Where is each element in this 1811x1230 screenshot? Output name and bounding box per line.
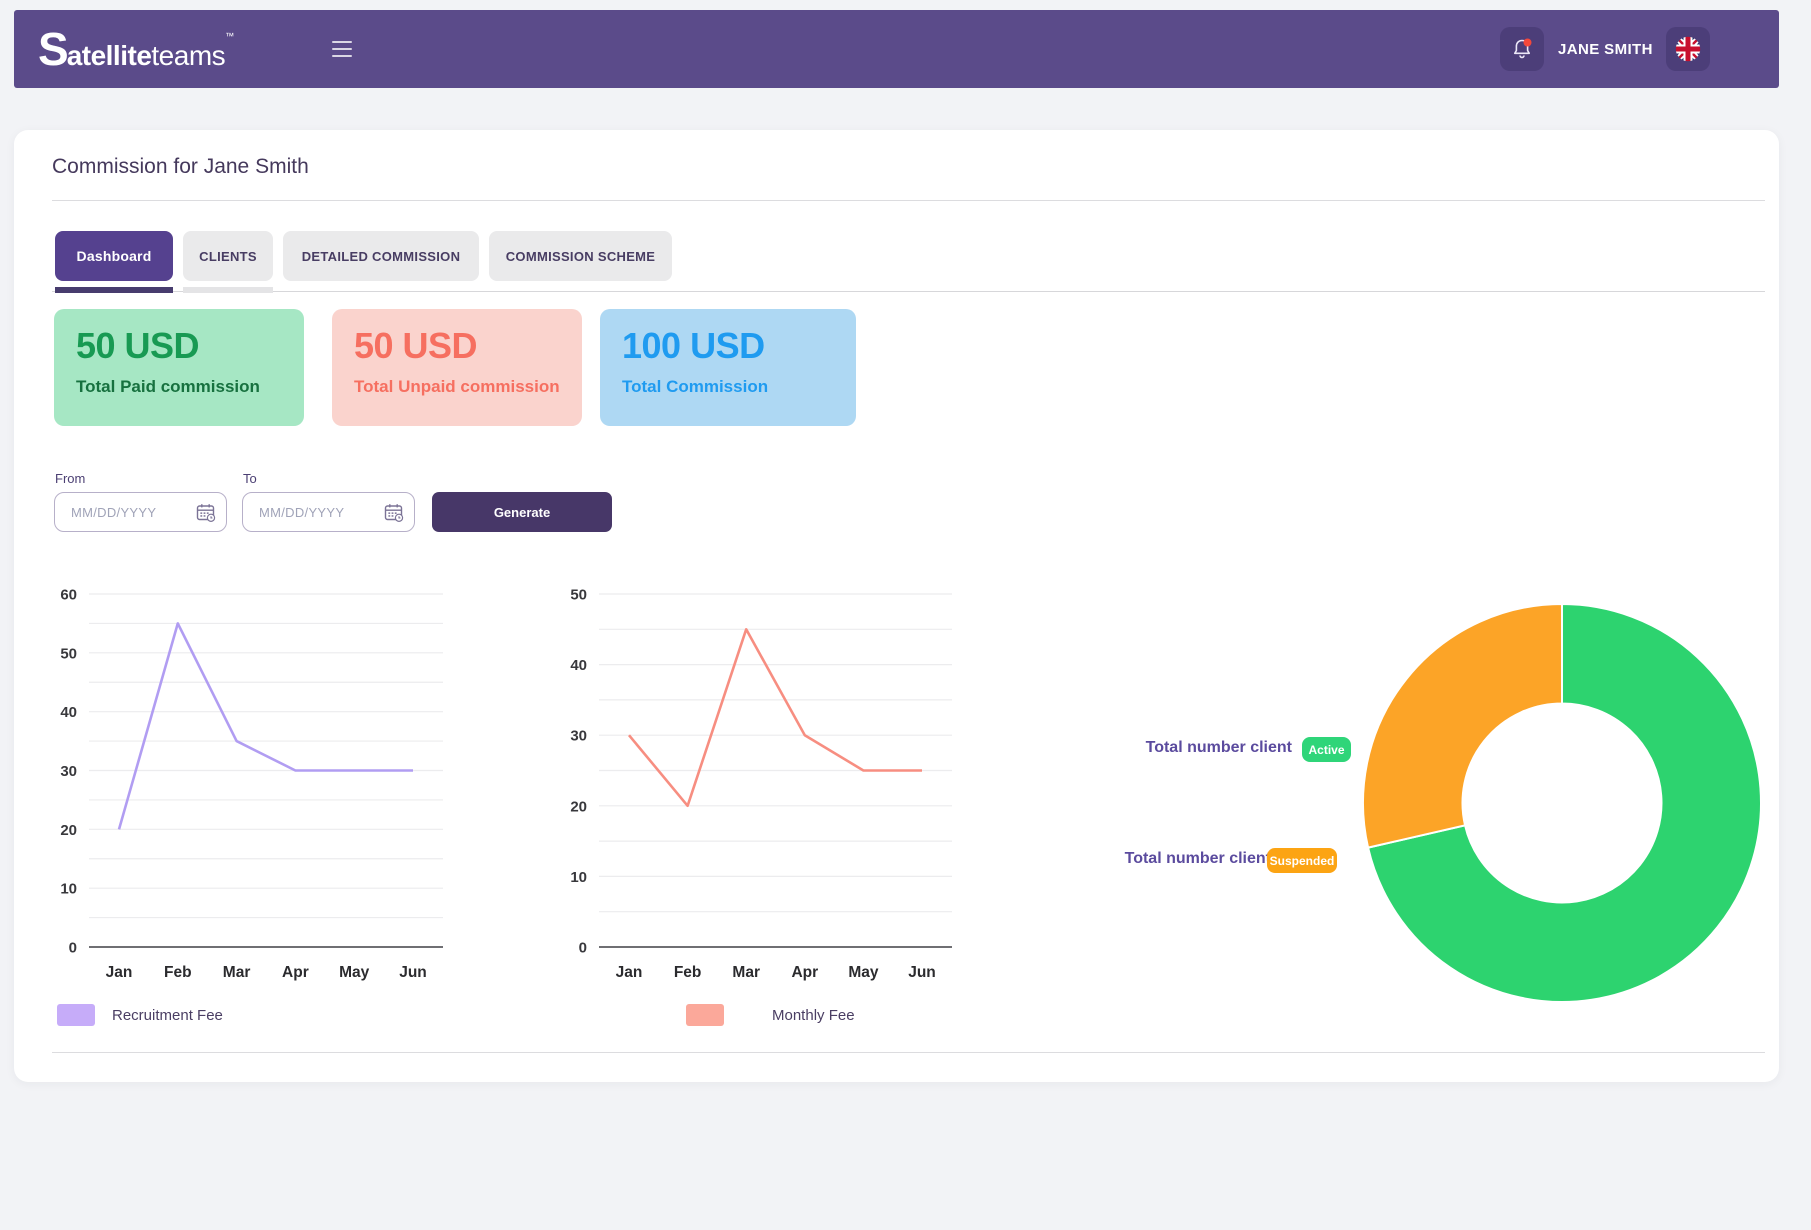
stat-card-paid-commission: 50 USD Total Paid commission xyxy=(54,309,304,426)
app-header: Satelliteteams™ JANE SMITH xyxy=(14,10,1779,88)
svg-text:0: 0 xyxy=(579,940,587,957)
language-button[interactable] xyxy=(1666,27,1710,71)
svg-text:30: 30 xyxy=(60,763,77,780)
svg-text:May: May xyxy=(848,964,879,981)
stat-value: 50 USD xyxy=(76,325,282,367)
clients-status-donut-chart xyxy=(1362,603,1762,1003)
user-name[interactable]: JANE SMITH xyxy=(1558,10,1653,88)
hamburger-menu-button[interactable] xyxy=(320,27,364,71)
calendar-icon[interactable] xyxy=(383,502,404,523)
total-clients-suspended-label: Total number client xyxy=(1051,850,1271,868)
notifications-button[interactable] xyxy=(1500,27,1544,71)
stat-value: 100 USD xyxy=(622,325,834,367)
svg-text:60: 60 xyxy=(60,587,77,604)
svg-text:Feb: Feb xyxy=(164,964,192,981)
svg-text:Jan: Jan xyxy=(106,964,133,981)
svg-text:Apr: Apr xyxy=(791,964,818,981)
stat-label: Total Paid commission xyxy=(76,377,282,397)
recruitment-fee-chart: 0 10 20 30 40 50 60 Jan Feb Mar Apr May Jun xyxy=(54,585,460,985)
svg-text:50: 50 xyxy=(60,645,77,662)
suspended-status-badge: Suspended xyxy=(1267,848,1337,873)
title-divider xyxy=(52,200,1765,201)
stat-card-total-commission: 100 USD Total Commission xyxy=(600,309,856,426)
tab-commission-scheme[interactable]: COMMISSION SCHEME xyxy=(489,231,672,281)
page-title: Commission for Jane Smith xyxy=(52,155,309,179)
active-status-badge: Active xyxy=(1302,737,1351,762)
tabs-baseline xyxy=(52,291,1765,292)
svg-text:May: May xyxy=(339,964,370,981)
tab-dashboard[interactable]: Dashboard xyxy=(55,231,173,281)
recruitment-fee-legend-label: Recruitment Fee xyxy=(112,1007,223,1024)
svg-text:Mar: Mar xyxy=(732,964,760,981)
svg-text:10: 10 xyxy=(570,869,587,886)
monthly-fee-legend-label: Monthly Fee xyxy=(772,1007,855,1024)
to-date-input[interactable] xyxy=(259,505,379,520)
svg-text:Jun: Jun xyxy=(908,964,936,981)
monthly-fee-chart: 0 10 20 30 40 50 Jan Feb Mar Apr May Jun xyxy=(560,585,980,985)
stat-label: Total Commission xyxy=(622,377,834,397)
app-logo: Satelliteteams™ xyxy=(38,22,234,76)
logo-s-glyph: S xyxy=(38,23,67,75)
bell-icon xyxy=(1509,36,1535,62)
stat-card-unpaid-commission: 50 USD Total Unpaid commission xyxy=(332,309,582,426)
svg-text:50: 50 xyxy=(570,587,587,604)
from-label: From xyxy=(55,471,85,486)
tab-clients[interactable]: CLIENTS xyxy=(183,231,273,281)
svg-text:40: 40 xyxy=(60,704,77,721)
stat-label: Total Unpaid commission xyxy=(354,377,560,397)
stat-value: 50 USD xyxy=(354,325,560,367)
svg-text:20: 20 xyxy=(60,822,77,839)
content-card: Commission for Jane Smith Dashboard CLIE… xyxy=(14,130,1779,1082)
generate-button[interactable]: Generate xyxy=(432,492,612,532)
svg-text:Feb: Feb xyxy=(674,964,702,981)
active-tab-indicator xyxy=(55,287,173,293)
svg-text:Jun: Jun xyxy=(399,964,427,981)
recruitment-fee-legend-swatch xyxy=(57,1004,95,1026)
bottom-divider xyxy=(52,1052,1765,1053)
total-clients-active-label: Total number client xyxy=(1072,739,1292,757)
svg-text:Apr: Apr xyxy=(282,964,309,981)
trademark-symbol: ™ xyxy=(225,31,234,41)
tab-detailed-commission[interactable]: DETAILED COMMISSION xyxy=(283,231,479,281)
notification-dot xyxy=(1524,39,1532,47)
to-date-field xyxy=(242,492,415,532)
svg-text:Jan: Jan xyxy=(616,964,643,981)
monthly-fee-legend-swatch xyxy=(686,1004,724,1026)
from-date-input[interactable] xyxy=(71,505,191,520)
uk-flag-icon xyxy=(1674,35,1702,63)
to-label: To xyxy=(243,471,257,486)
hamburger-icon xyxy=(332,41,352,43)
svg-text:0: 0 xyxy=(69,940,77,957)
svg-text:40: 40 xyxy=(570,657,587,674)
svg-text:10: 10 xyxy=(60,881,77,898)
calendar-icon[interactable] xyxy=(195,502,216,523)
svg-text:30: 30 xyxy=(570,728,587,745)
from-date-field xyxy=(54,492,227,532)
svg-text:Mar: Mar xyxy=(223,964,251,981)
svg-text:20: 20 xyxy=(570,798,587,815)
inactive-tab-indicator xyxy=(183,287,273,293)
